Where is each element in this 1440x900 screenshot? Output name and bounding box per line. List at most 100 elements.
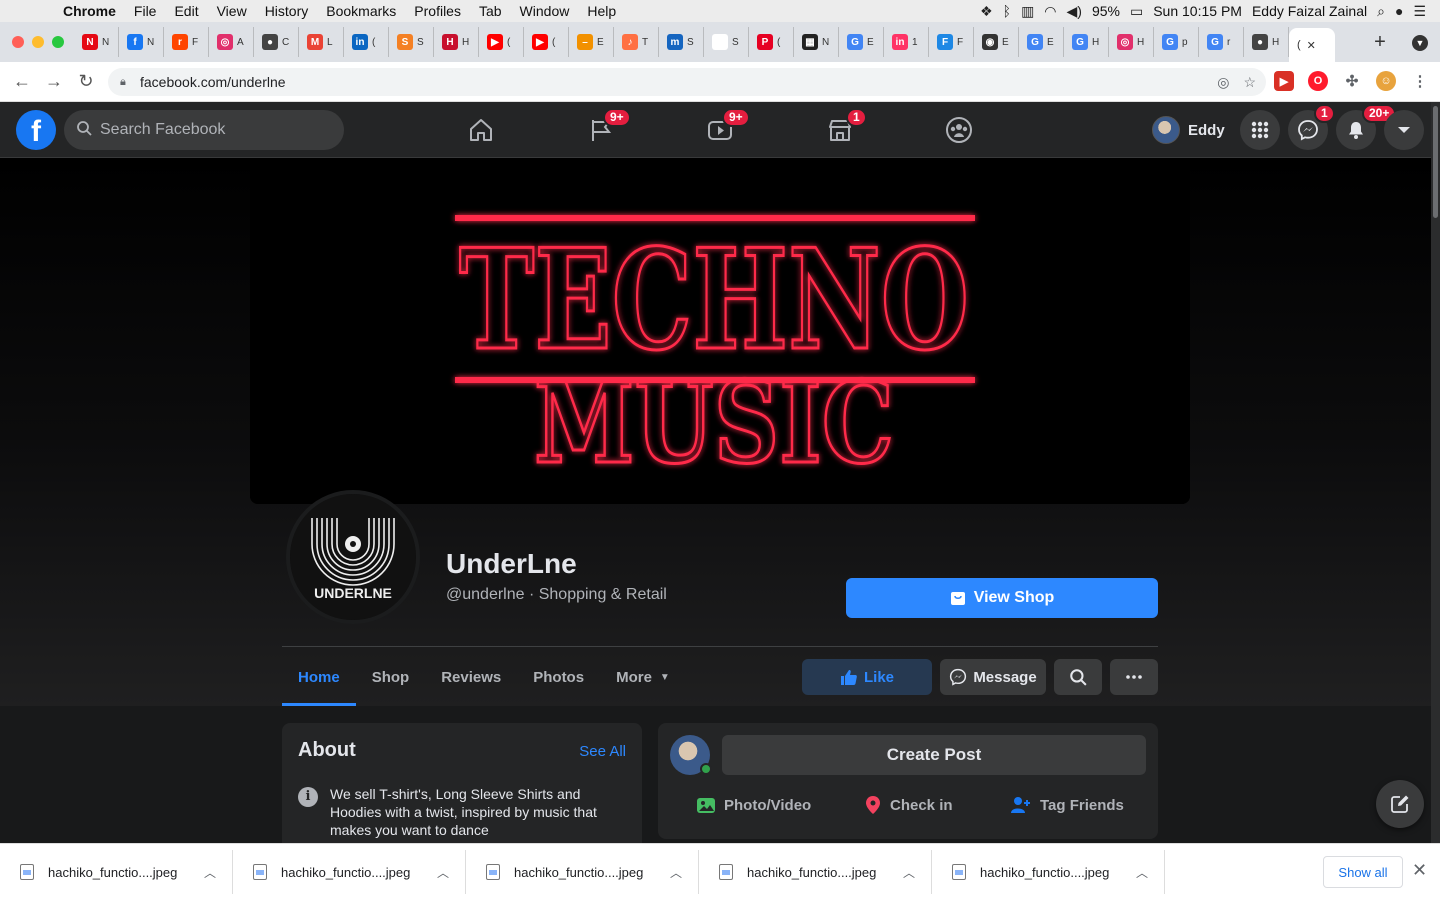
siri-icon[interactable]: ● (1395, 3, 1403, 19)
browser-tab[interactable]: in ( (344, 27, 389, 57)
back-button[interactable]: ← (6, 71, 38, 92)
tab-home[interactable]: Home (282, 648, 356, 706)
tab-search-button[interactable]: ▼ (1400, 33, 1440, 51)
facebook-search-input[interactable]: Search Facebook (64, 110, 344, 150)
page-search-button[interactable] (1054, 659, 1102, 695)
menubar-user[interactable]: Eddy Faizal Zainal (1252, 3, 1367, 19)
bluetooth-icon[interactable]: ᛒ (1003, 3, 1011, 19)
menu-help[interactable]: Help (578, 3, 625, 19)
lock-icon[interactable]: 🔒︎ (120, 76, 140, 89)
download-item[interactable]: hachiko_functio....jpeg ︿ (466, 850, 699, 894)
browser-tab[interactable]: rF (164, 27, 209, 57)
close-window-button[interactable] (12, 36, 24, 48)
puzzle-extensions-icon[interactable]: ✣ (1342, 71, 1362, 91)
extension-red-icon[interactable]: ▶ (1274, 71, 1294, 91)
reload-button[interactable]: ↻ (70, 71, 102, 92)
browser-tab[interactable]: FF (929, 27, 974, 57)
chevron-up-icon[interactable]: ︿ (1136, 864, 1148, 881)
account-menu-button[interactable] (1384, 110, 1424, 150)
dropbox-icon[interactable]: ❖ (980, 3, 993, 20)
opera-extension-icon[interactable]: O (1308, 71, 1328, 91)
cover-photo[interactable]: TECHNO MUSIC (250, 158, 1190, 504)
menu-profiles[interactable]: Profiles (405, 3, 470, 19)
browser-tab[interactable]: GH (1064, 27, 1109, 57)
menubar-clock[interactable]: Sun 10:15 PM (1153, 3, 1242, 19)
bookmark-star-icon[interactable]: ☆ (1243, 74, 1256, 91)
like-button[interactable]: Like (802, 659, 932, 695)
menu-grid-button[interactable] (1240, 110, 1280, 150)
view-shop-button[interactable]: View Shop (846, 578, 1158, 618)
nav-groups-button[interactable] (943, 114, 975, 146)
menu-window[interactable]: Window (511, 3, 579, 19)
menu-file[interactable]: File (125, 3, 166, 19)
browser-tab[interactable]: – E (569, 27, 614, 57)
browser-tab[interactable]: ◎ A (209, 27, 254, 57)
download-item[interactable]: hachiko_functio....jpeg ︿ (0, 850, 233, 894)
menu-view[interactable]: View (208, 3, 256, 19)
photo-video-button[interactable]: Photo/Video (696, 795, 811, 815)
browser-tab[interactable]: ML (299, 27, 344, 57)
browser-tab[interactable]: HH (434, 27, 479, 57)
download-item[interactable]: hachiko_functio....jpeg ︿ (233, 850, 466, 894)
tracking-blocked-icon[interactable]: ◎ (1217, 74, 1229, 91)
download-item[interactable]: hachiko_functio....jpeg ︿ (932, 850, 1165, 894)
address-bar[interactable]: 🔒︎ facebook.com/underlne ◎ ☆ (108, 68, 1266, 96)
browser-tab[interactable]: ● C (254, 27, 299, 57)
browser-tab[interactable]: SS (389, 27, 434, 57)
close-tab-icon[interactable]: ✕ (1307, 39, 1316, 52)
page-profile-picture[interactable]: UNDERLNE (286, 490, 420, 624)
messenger-button[interactable]: 1 (1288, 104, 1335, 150)
browser-tab[interactable]: ◎ H (1109, 27, 1154, 57)
wifi-icon[interactable]: ◠ (1044, 3, 1056, 20)
see-all-link[interactable]: See All (579, 743, 626, 760)
browser-tab[interactable]: in 1 (884, 27, 929, 57)
battery-percent[interactable]: 95% (1092, 3, 1120, 19)
close-icon[interactable]: ✕ (1412, 860, 1427, 881)
browser-tab[interactable]: ▶( (479, 27, 524, 57)
chevron-up-icon[interactable]: ︿ (670, 864, 682, 881)
message-button[interactable]: Message (940, 659, 1046, 695)
notification-center-icon[interactable]: ☰ (1413, 3, 1426, 20)
browser-tab[interactable]: P( (749, 27, 794, 57)
browser-tab[interactable]: Gp (1154, 27, 1199, 57)
keyboard-icon[interactable]: ▥ (1021, 3, 1034, 20)
battery-icon[interactable]: ▭ (1130, 3, 1143, 20)
browser-tab[interactable]: ◉ E (974, 27, 1019, 57)
chrome-menu-icon[interactable]: ⋮ (1410, 71, 1430, 91)
browser-tab[interactable]: fN (119, 27, 164, 57)
browser-tab[interactable]: ● H (1244, 27, 1289, 57)
chevron-up-icon[interactable]: ︿ (437, 864, 449, 881)
profile-chip[interactable]: Eddy (1152, 116, 1225, 144)
more-options-button[interactable] (1110, 659, 1158, 695)
scrollbar-thumb[interactable] (1433, 106, 1438, 218)
facebook-logo[interactable]: f (16, 110, 56, 150)
menu-app-chrome[interactable]: Chrome (54, 3, 125, 19)
tab-more[interactable]: More ▼ (600, 648, 686, 706)
menu-history[interactable]: History (256, 3, 318, 19)
browser-tab[interactable]: mS (659, 27, 704, 57)
browser-tab[interactable]: GE (839, 27, 884, 57)
check-in-button[interactable]: Check in (864, 795, 953, 815)
tab-reviews[interactable]: Reviews (425, 648, 517, 706)
chevron-up-icon[interactable]: ︿ (204, 864, 216, 881)
tag-friends-button[interactable]: Tag Friends (1010, 795, 1124, 815)
browser-tab[interactable]: ▦ N (794, 27, 839, 57)
chevron-up-icon[interactable]: ︿ (903, 864, 915, 881)
profile-avatar-icon[interactable]: ☺ (1376, 71, 1396, 91)
tab-photos[interactable]: Photos (517, 648, 600, 706)
browser-tab[interactable]: GE (1019, 27, 1064, 57)
browser-tab[interactable]: ♪ T (614, 27, 659, 57)
zoom-window-button[interactable] (52, 36, 64, 48)
nav-marketplace-button[interactable]: 1 (824, 108, 867, 146)
menu-tab[interactable]: Tab (470, 3, 511, 19)
menu-bookmarks[interactable]: Bookmarks (317, 3, 405, 19)
menu-edit[interactable]: Edit (165, 3, 207, 19)
url-text[interactable]: facebook.com/underlne (140, 74, 286, 90)
minimize-window-button[interactable] (32, 36, 44, 48)
show-all-downloads-button[interactable]: Show all (1323, 856, 1403, 888)
spotlight-search-icon[interactable]: ⌕ (1377, 3, 1385, 20)
nav-home-button[interactable] (465, 114, 497, 146)
active-browser-tab[interactable]: (✕ (1289, 28, 1335, 62)
new-message-button[interactable] (1376, 780, 1424, 828)
browser-tab[interactable]: Gr (1199, 27, 1244, 57)
